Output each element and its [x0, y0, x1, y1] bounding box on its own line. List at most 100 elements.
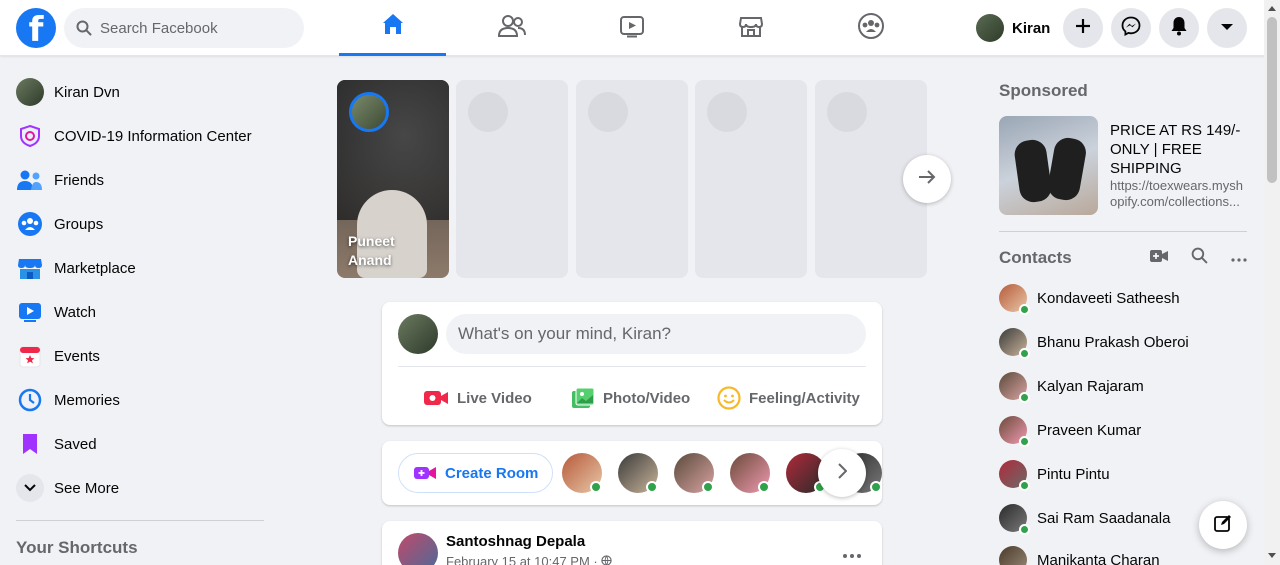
events-icon: [16, 342, 44, 370]
sidebar-item-memories[interactable]: Memories: [8, 378, 272, 422]
marketplace-icon: [16, 254, 44, 282]
chevron-down-icon: [1220, 19, 1234, 37]
search-icon: [76, 20, 92, 41]
sidebar-item-groups[interactable]: Groups: [8, 202, 272, 246]
search-box[interactable]: [64, 8, 304, 48]
sidebar-item-events[interactable]: Events: [8, 334, 272, 378]
contact-item[interactable]: Praveen Kumar: [999, 412, 1141, 448]
rooms-next-button[interactable]: [818, 449, 866, 497]
video-plus-icon: [413, 465, 437, 481]
friends-icon: [16, 166, 44, 194]
profile-button[interactable]: Kiran: [970, 10, 1056, 46]
home-icon: [380, 11, 406, 42]
online-indicator: [702, 481, 714, 493]
notifications-button[interactable]: [1159, 8, 1199, 48]
page-scrollbar[interactable]: [1264, 0, 1280, 565]
account-menu-button[interactable]: [1207, 8, 1247, 48]
tab-watch[interactable]: [578, 0, 685, 56]
memories-clock-icon: [16, 386, 44, 414]
post-timestamp[interactable]: February 15 at 10:47 PM ·: [446, 554, 613, 565]
online-indicator: [1019, 392, 1030, 403]
left-sidebar: Kiran Dvn COVID-19 Information Center Fr…: [8, 70, 272, 510]
story-card[interactable]: Puneet Anand: [337, 80, 449, 278]
profile-name: Kiran: [1012, 19, 1051, 37]
contacts-options-button[interactable]: [1229, 248, 1249, 268]
ad-image[interactable]: [999, 116, 1098, 215]
online-indicator: [1019, 480, 1030, 491]
avatar: [999, 416, 1030, 447]
top-bar: f Kiran: [0, 0, 1280, 56]
sidebar-item-label: COVID-19 Information Center: [54, 127, 252, 145]
contact-item[interactable]: Kalyan Rajaram: [999, 368, 1144, 404]
live-video-button[interactable]: Live Video: [423, 378, 532, 418]
online-indicator: [870, 481, 882, 493]
ad-title[interactable]: PRICE AT RS 149/- ONLY | FREE SHIPPING: [1110, 121, 1250, 178]
sidebar-item-marketplace[interactable]: Marketplace: [8, 246, 272, 290]
sidebar-item-covid[interactable]: COVID-19 Information Center: [8, 114, 272, 158]
bell-icon: [1170, 16, 1188, 41]
tab-home[interactable]: [339, 0, 446, 56]
search-input[interactable]: [100, 8, 296, 48]
sidebar-item-profile[interactable]: Kiran Dvn: [8, 70, 272, 114]
rooms-bar: Create Room: [382, 441, 882, 505]
sidebar-item-label: Events: [54, 347, 100, 365]
more-horizontal-icon: [842, 546, 862, 564]
contact-item[interactable]: Bhanu Prakash Oberoi: [999, 324, 1189, 360]
avatar: [349, 92, 389, 132]
friends-icon: [497, 13, 526, 44]
sidebar-item-label: Kiran Dvn: [54, 83, 120, 101]
sidebar-divider: [16, 520, 264, 521]
tab-marketplace[interactable]: [697, 0, 804, 56]
online-indicator: [1019, 436, 1030, 447]
globe-icon: [601, 554, 613, 565]
online-indicator: [646, 481, 658, 493]
divider: [999, 231, 1247, 232]
messenger-icon: [1121, 16, 1141, 41]
scroll-up-arrow-icon[interactable]: [1268, 6, 1276, 11]
sidebar-item-label: Memories: [54, 391, 120, 409]
avatar: [398, 314, 438, 354]
sidebar-item-watch[interactable]: Watch: [8, 290, 272, 334]
search-contacts-button[interactable]: [1189, 247, 1209, 269]
watch-icon: [16, 298, 44, 326]
avatar[interactable]: [398, 533, 438, 565]
sidebar-item-label: See More: [54, 479, 120, 497]
create-button[interactable]: [1063, 8, 1103, 48]
photo-video-button[interactable]: Photo/Video: [571, 378, 690, 418]
messenger-button[interactable]: [1111, 8, 1151, 48]
facebook-logo[interactable]: f: [16, 8, 56, 50]
scrollbar-thumb[interactable]: [1267, 17, 1277, 183]
online-indicator: [590, 481, 602, 493]
covid-shield-icon: [16, 122, 44, 150]
post-author[interactable]: Santoshnag Depala: [446, 533, 585, 550]
search-icon: [1191, 247, 1208, 269]
contact-item[interactable]: Sai Ram Saadanala: [999, 500, 1170, 536]
plus-icon: [1074, 17, 1092, 40]
feeling-activity-button[interactable]: Feeling/Activity: [717, 378, 860, 418]
scroll-down-arrow-icon[interactable]: [1268, 553, 1276, 558]
ad-url[interactable]: https://toexwears.myshopify.com/collecti…: [1110, 178, 1250, 210]
avatar: [999, 504, 1030, 535]
stories-next-button[interactable]: [903, 155, 951, 203]
live-video-icon: [423, 388, 449, 408]
tab-friends[interactable]: [458, 0, 565, 56]
story-placeholder: [695, 80, 807, 278]
story-placeholder: [456, 80, 568, 278]
online-indicator: [1019, 524, 1030, 535]
new-room-button[interactable]: [1149, 248, 1169, 268]
post-options-button[interactable]: [834, 537, 870, 565]
photo-icon: [571, 387, 595, 409]
sidebar-item-saved[interactable]: Saved: [8, 422, 272, 466]
contact-item[interactable]: Manikanta Charan: [999, 542, 1160, 565]
sidebar-item-see-more[interactable]: See More: [8, 466, 272, 510]
avatar: [16, 78, 44, 106]
sidebar-item-label: Friends: [54, 171, 105, 189]
tab-groups[interactable]: [817, 0, 924, 56]
create-room-button[interactable]: Create Room: [398, 453, 554, 493]
contact-item[interactable]: Kondaveeti Satheesh: [999, 280, 1180, 316]
new-message-button[interactable]: [1199, 501, 1247, 549]
contact-item[interactable]: Pintu Pintu: [999, 456, 1110, 492]
composer-input[interactable]: What's on your mind, Kiran?: [446, 314, 866, 354]
sidebar-item-label: Groups: [54, 215, 104, 233]
sidebar-item-friends[interactable]: Friends: [8, 158, 272, 202]
